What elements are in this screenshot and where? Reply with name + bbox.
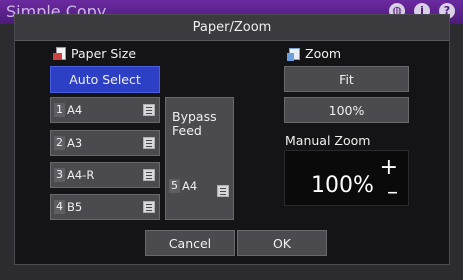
paper-size-heading: Paper Size xyxy=(53,46,136,61)
tray-size: A4 xyxy=(67,103,83,117)
list-icon xyxy=(143,104,155,116)
tray-number: 2 xyxy=(54,136,65,150)
tray-number: 5 xyxy=(169,179,180,193)
bypass-feed-button[interactable]: Bypass Feed 5 A4 xyxy=(165,97,234,220)
manual-zoom-display: 100% + – xyxy=(284,150,409,206)
fit-label: Fit xyxy=(339,71,354,87)
zoom-label: Zoom xyxy=(305,46,342,61)
ok-label: OK xyxy=(272,235,292,251)
tray-size: B5 xyxy=(67,200,83,214)
list-icon xyxy=(143,201,155,213)
auto-select-button[interactable]: Auto Select xyxy=(50,66,160,93)
dialog-title: Paper/Zoom xyxy=(15,15,449,41)
zoom-heading: Zoom xyxy=(287,46,341,61)
tray-3-button[interactable]: 3 A4-R xyxy=(50,162,160,188)
list-icon xyxy=(143,169,155,181)
zoom-value: 100% xyxy=(311,173,374,198)
bypass-label-line2: Feed xyxy=(172,123,202,138)
zoom-increase-button[interactable]: + xyxy=(380,157,398,179)
paper-zoom-dialog: Paper/Zoom Paper Size Auto Select 1 A4 2… xyxy=(14,14,450,265)
tray-1-button[interactable]: 1 A4 xyxy=(50,97,160,123)
fit-button[interactable]: Fit xyxy=(284,66,409,92)
paper-size-label: Paper Size xyxy=(71,46,137,61)
zoom-100-label: 100% xyxy=(328,102,365,118)
tray-size: A4 xyxy=(182,179,198,193)
paper-size-icon xyxy=(53,46,67,61)
tray-4-button[interactable]: 4 B5 xyxy=(50,194,160,220)
cancel-button[interactable]: Cancel xyxy=(145,230,235,256)
tray-size: A4-R xyxy=(67,168,95,182)
tray-number: 3 xyxy=(54,168,65,182)
tray-size: A3 xyxy=(67,136,83,150)
list-icon xyxy=(143,137,155,149)
tray-number: 1 xyxy=(54,103,65,117)
zoom-decrease-button[interactable]: – xyxy=(387,182,398,204)
zoom-100-button[interactable]: 100% xyxy=(284,97,409,123)
tray-number: 4 xyxy=(54,200,65,214)
auto-select-label: Auto Select xyxy=(69,72,141,87)
manual-zoom-label: Manual Zoom xyxy=(285,133,371,148)
list-icon xyxy=(217,185,229,197)
cancel-label: Cancel xyxy=(168,235,212,251)
bypass-feed-label: Bypass Feed xyxy=(172,110,217,138)
ok-button[interactable]: OK xyxy=(237,230,327,256)
bypass-label-line1: Bypass xyxy=(172,109,217,124)
zoom-icon xyxy=(287,47,301,61)
tray-2-button[interactable]: 2 A3 xyxy=(50,130,160,156)
